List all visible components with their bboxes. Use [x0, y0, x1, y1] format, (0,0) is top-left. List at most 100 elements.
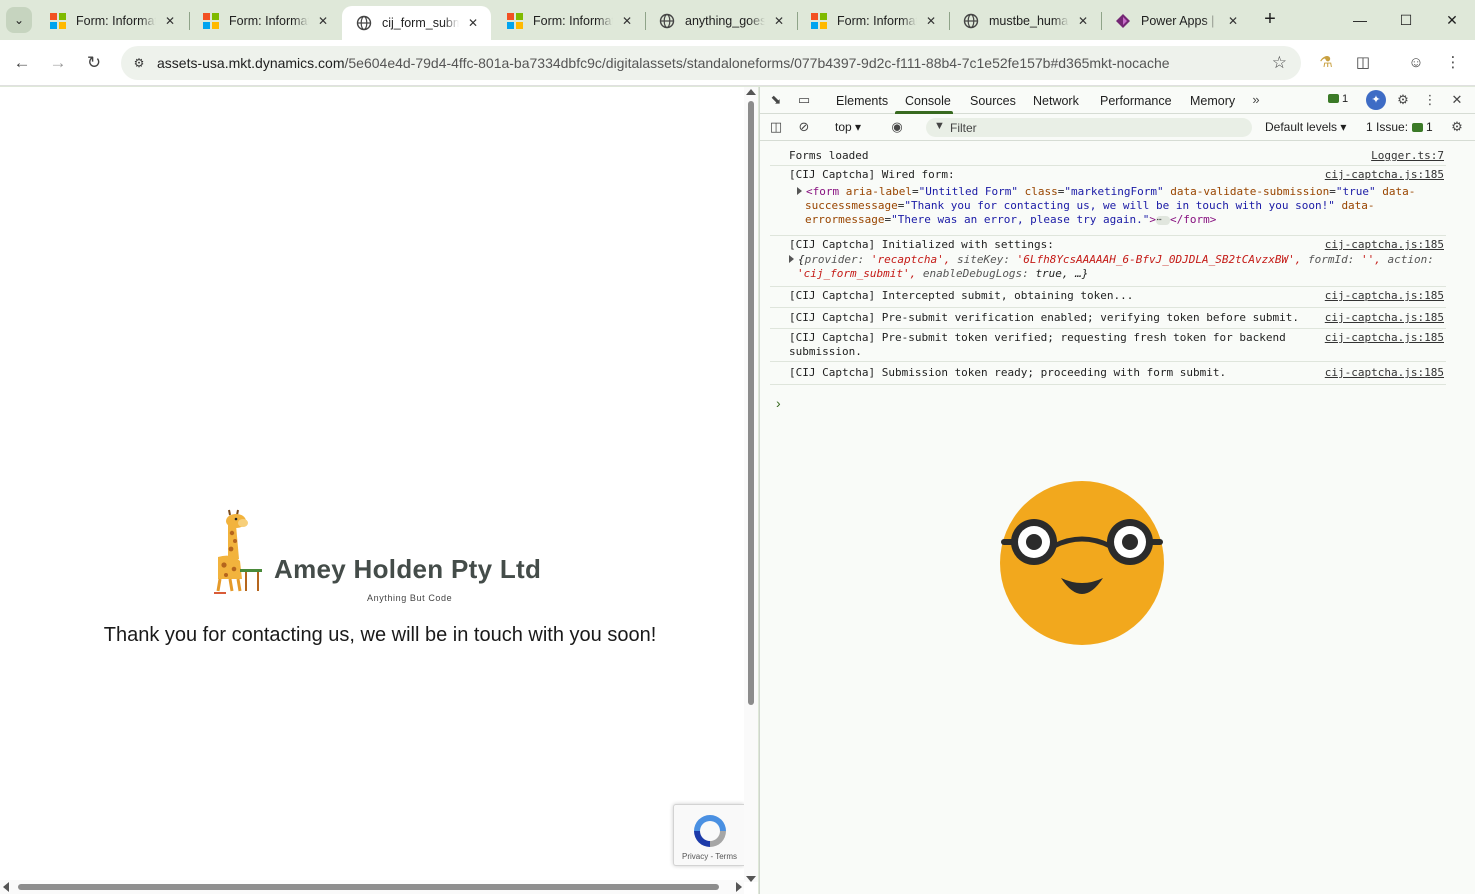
device-toolbar-icon[interactable]: ▭: [795, 91, 813, 109]
devtools-panel: ⬊ ▭ Elements Console Sources Network Per…: [759, 87, 1475, 894]
issues-button[interactable]: 1 Issue: 1: [1366, 120, 1433, 134]
console-settings-gear-icon[interactable]: ⚙: [1448, 118, 1466, 136]
devtools-menu-icon[interactable]: ⋮: [1421, 91, 1439, 109]
address-bar[interactable]: ⚙ assets-usa.mkt.dynamics.com/5e604e4d-7…: [121, 46, 1301, 80]
attr-value: "true": [1335, 185, 1376, 198]
console-source-link[interactable]: Logger.ts:7: [1371, 149, 1444, 162]
microsoft-icon: [203, 13, 219, 29]
maximize-button[interactable]: ☐: [1394, 8, 1418, 32]
console-source-link[interactable]: cij-captcha.js:185: [1325, 289, 1444, 302]
tab-memory[interactable]: Memory: [1190, 94, 1235, 108]
tab-title: anything_goesC: [685, 14, 765, 28]
extension-figure-icon[interactable]: ⚗: [1315, 52, 1337, 74]
recaptcha-privacy-terms[interactable]: Privacy - Terms: [674, 852, 745, 861]
tab-form-3[interactable]: Form: Informat ✕: [493, 6, 645, 36]
tab-performance[interactable]: Performance: [1100, 94, 1172, 108]
form-element-node[interactable]: <form aria-label="Untitled Form" class="…: [797, 185, 1417, 227]
horizontal-scrollbar[interactable]: [0, 880, 744, 894]
company-logo: Amey Holden Pty Ltd Anything But Code: [206, 509, 566, 603]
new-tab-button[interactable]: +: [1259, 9, 1281, 31]
issue-flag-icon: [1412, 123, 1424, 132]
vertical-scroll-thumb[interactable]: [748, 101, 754, 705]
recaptcha-logo-icon: [694, 815, 726, 847]
tab-title: Form: Informat: [533, 14, 613, 28]
close-icon[interactable]: ✕: [1075, 13, 1091, 29]
close-icon[interactable]: ✕: [315, 13, 331, 29]
context-selector[interactable]: top ▾: [835, 120, 861, 134]
back-button[interactable]: ←: [10, 51, 34, 75]
profile-avatar-icon[interactable]: ☺: [1405, 52, 1427, 74]
horizontal-scroll-thumb[interactable]: [18, 884, 719, 890]
tab-form-4[interactable]: Form: Informat ✕: [797, 6, 949, 36]
close-icon[interactable]: ✕: [771, 13, 787, 29]
live-expression-eye-icon[interactable]: ◉: [888, 118, 906, 136]
bookmark-star-icon[interactable]: ☆: [1272, 53, 1287, 73]
more-tabs-chevron-icon[interactable]: »: [1247, 91, 1265, 109]
tab-elements[interactable]: Elements: [836, 94, 888, 108]
tab-mustbe-human[interactable]: mustbe_human ✕: [949, 6, 1101, 36]
url-text[interactable]: assets-usa.mkt.dynamics.com/5e604e4d-79d…: [157, 55, 1170, 71]
vertical-scrollbar[interactable]: [744, 87, 758, 882]
reload-button[interactable]: ↻: [82, 51, 106, 75]
tab-form-2[interactable]: Form: Informat ✕: [189, 6, 341, 36]
scroll-down-arrow-icon[interactable]: [746, 876, 756, 882]
console-filter-input[interactable]: ▼ Filter: [926, 118, 1252, 137]
collapsed-children-icon[interactable]: ⋯: [1156, 216, 1171, 225]
console-source-link[interactable]: cij-captcha.js:185: [1325, 366, 1444, 379]
settings-object[interactable]: {provider: 'recaptcha', siteKey: '6Lfh8Y…: [789, 253, 1447, 281]
tab-search-button[interactable]: ⌄: [6, 7, 32, 33]
tab-power-apps[interactable]: Power Apps | S ✕: [1101, 6, 1251, 36]
expand-triangle-icon[interactable]: [789, 255, 794, 263]
close-icon[interactable]: ✕: [923, 13, 939, 29]
attr-name: data-validate-submission: [1170, 185, 1330, 198]
tab-console[interactable]: Console: [905, 94, 951, 108]
minimize-button[interactable]: —: [1348, 8, 1372, 32]
tab-form-1[interactable]: Form: Informat ✕: [36, 6, 188, 36]
tab-cij-form-submit[interactable]: cij_form_submi ✕: [342, 6, 491, 40]
log-levels-dropdown[interactable]: Default levels ▾: [1265, 120, 1346, 134]
console-source-link[interactable]: cij-captcha.js:185: [1325, 238, 1444, 251]
messages-badge[interactable]: 1: [1328, 93, 1348, 105]
scroll-right-arrow-icon[interactable]: [736, 882, 742, 892]
forward-button[interactable]: →: [46, 51, 70, 75]
tab-sources[interactable]: Sources: [970, 94, 1016, 108]
site-settings-icon[interactable]: ⚙: [129, 53, 149, 73]
extensions-puzzle-icon[interactable]: ◫: [1352, 52, 1374, 74]
attr-value: "marketingForm": [1064, 185, 1164, 198]
console-prompt-chevron-icon[interactable]: ›: [776, 395, 781, 411]
sidebar-toggle-icon[interactable]: ◫: [767, 118, 785, 136]
company-tagline: Anything But Code: [367, 593, 453, 603]
console-source-link[interactable]: cij-captcha.js:185: [1325, 168, 1444, 181]
filter-funnel-icon: ▼: [934, 120, 945, 132]
window-close-button[interactable]: ✕: [1440, 8, 1464, 32]
close-icon[interactable]: ✕: [162, 13, 178, 29]
attr-name: aria-label: [845, 185, 912, 198]
thank-you-message: Thank you for contacting us, we will be …: [0, 624, 758, 647]
tab-network[interactable]: Network: [1033, 94, 1079, 108]
devtools-settings-gear-icon[interactable]: ⚙: [1394, 91, 1412, 109]
recaptcha-badge[interactable]: Privacy - Terms: [673, 804, 744, 866]
ai-assistance-icon[interactable]: ✦: [1366, 90, 1386, 110]
message-divider: [770, 286, 1446, 287]
browser-menu-icon[interactable]: ⋮: [1442, 52, 1464, 74]
console-toolbar: ◫ ⊘ top ▾ ◉ ▼ Filter Default levels ▾ 1 …: [760, 114, 1475, 141]
microsoft-icon: [811, 13, 827, 29]
scroll-left-arrow-icon[interactable]: [3, 882, 9, 892]
object-value: true, …}: [1035, 267, 1089, 280]
chevron-down-icon: ⌄: [13, 13, 25, 27]
clear-console-icon[interactable]: ⊘: [795, 118, 813, 136]
globe-icon: [356, 15, 372, 31]
console-source-link[interactable]: cij-captcha.js:185: [1325, 331, 1444, 344]
close-icon[interactable]: ✕: [1225, 13, 1241, 29]
scroll-up-arrow-icon[interactable]: [746, 89, 756, 95]
close-icon[interactable]: ✕: [465, 15, 481, 31]
close-icon[interactable]: ✕: [619, 13, 635, 29]
console-source-link[interactable]: cij-captcha.js:185: [1325, 311, 1444, 324]
devtools-close-icon[interactable]: ✕: [1448, 91, 1466, 109]
attr-name: class: [1024, 185, 1058, 198]
expand-triangle-icon[interactable]: [797, 187, 802, 195]
inspect-element-icon[interactable]: ⬊: [767, 91, 785, 109]
message-divider: [770, 328, 1446, 329]
object-key: enableDebugLogs:: [922, 267, 1029, 280]
tab-anything-goes[interactable]: anything_goesC ✕: [645, 6, 797, 36]
